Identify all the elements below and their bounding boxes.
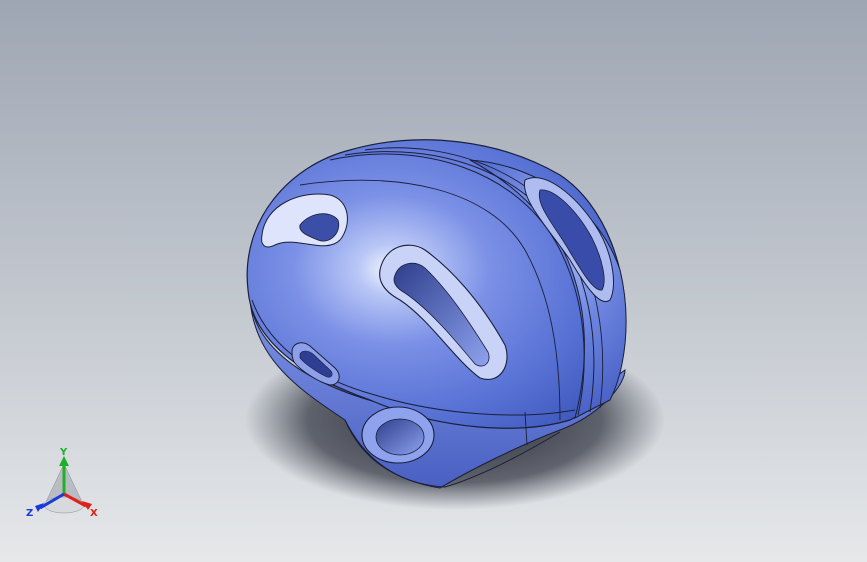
triad-cone-base	[43, 496, 85, 514]
z-axis-label: Z	[26, 508, 33, 519]
graphics-viewport[interactable]: Y X Z	[0, 0, 867, 562]
y-axis-label: Y	[59, 447, 68, 458]
helmet-model[interactable]	[0, 0, 867, 562]
reference-triad[interactable]: Y X Z	[22, 446, 106, 526]
ear-hole-inner	[375, 418, 425, 456]
x-axis-label: X	[90, 508, 98, 519]
